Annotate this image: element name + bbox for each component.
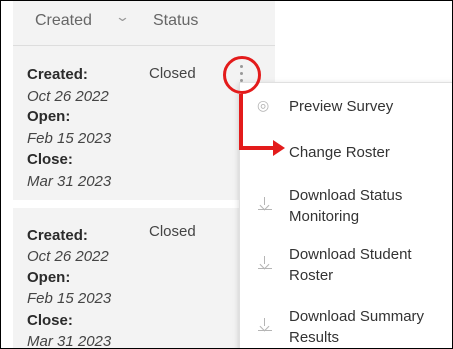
open-label: Open: [27,108,71,125]
menu-item-download-summary-results[interactable]: Download Summary Results [240,304,452,348]
table-row: Created: Oct 26 2022 Open: Feb 15 2023 C… [13,208,275,349]
open-label: Open: [27,269,71,286]
column-header-status[interactable]: Status [153,12,198,30]
menu-item-download-student-roster[interactable]: Download Student Roster [240,242,452,288]
menu-item-label: Change Roster [289,144,390,161]
open-date: Feb 15 2023 [27,130,112,147]
download-icon [258,256,272,270]
status-text: Closed [149,65,196,82]
eye-icon: ◎ [257,97,270,113]
menu-item-label: Download Summary Results [289,308,425,346]
created-label: Created: [27,227,88,244]
created-date: Oct 26 2022 [27,248,109,265]
annotation-arrow-shaft [239,94,243,149]
highlight-circle [223,56,261,94]
menu-item-label: Download Student Roster [289,246,412,284]
menu-item-label: Preview Survey [289,98,394,115]
status-text: Closed [149,223,196,240]
menu-item-preview-survey[interactable]: ◎ Preview Survey [240,93,452,123]
actions-dropdown-menu: ◎ Preview Survey Change Roster Download … [239,82,452,348]
table-header: Created ⌄ Status [13,1,275,46]
close-date: Mar 31 2023 [27,333,112,349]
chevron-down-icon[interactable]: ⌄ [115,9,130,25]
menu-item-label: Download Status Monitoring [289,187,403,225]
screenshot-frame: Created ⌄ Status Created: Oct 26 2022 Op… [0,0,453,349]
close-date: Mar 31 2023 [27,173,112,190]
created-label: Created: [27,66,88,83]
row-separator [13,200,275,208]
open-date: Feb 15 2023 [27,290,112,307]
close-label: Close: [27,151,73,168]
download-icon [258,197,272,211]
close-label: Close: [27,312,73,329]
menu-item-change-roster[interactable]: Change Roster [240,139,452,169]
created-date: Oct 26 2022 [27,88,109,105]
annotation-arrow-head [273,140,285,156]
menu-item-download-status-monitoring[interactable]: Download Status Monitoring [240,183,452,229]
column-header-created[interactable]: Created [35,12,92,30]
download-icon [258,318,272,332]
annotation-arrow-shaft [239,146,275,150]
